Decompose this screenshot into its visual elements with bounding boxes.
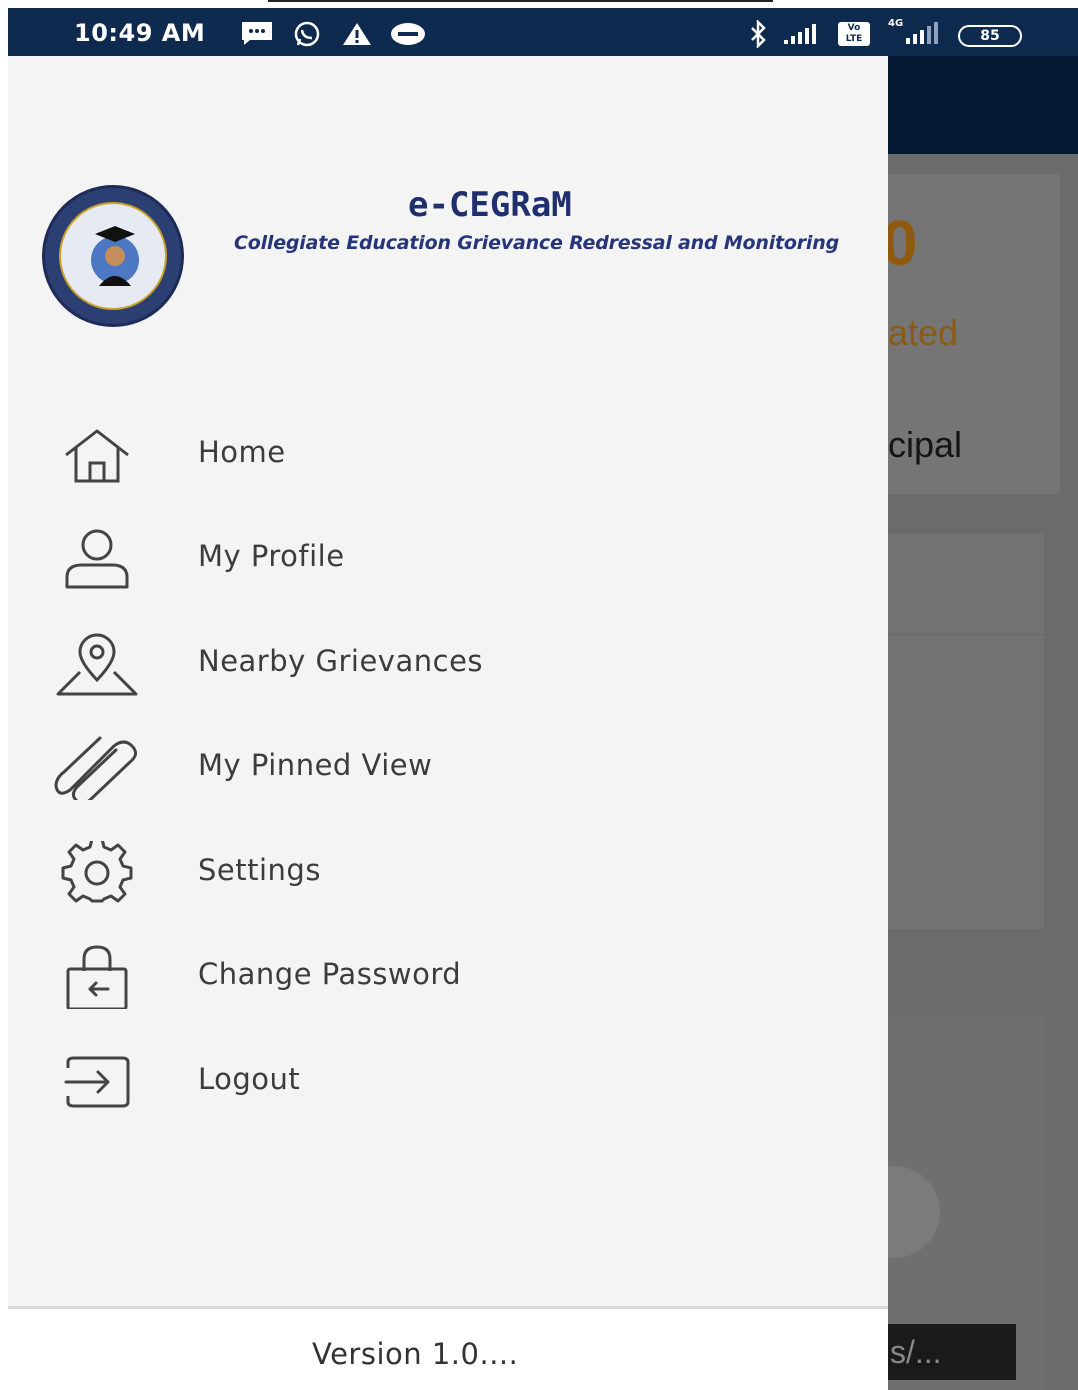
menu-item-change-password[interactable]: Change Password [8, 927, 888, 1027]
background-header [888, 56, 1078, 154]
menu-item-home[interactable]: Home [8, 405, 888, 505]
user-icon [65, 529, 129, 589]
lock-icon [66, 945, 128, 1009]
graduate-icon [91, 226, 139, 286]
status-bar: 10:49 AM Vo LTE 4G 85 [8, 8, 1078, 56]
background-footer-text: s/... [888, 1324, 1016, 1380]
gear-icon [61, 841, 133, 903]
top-bar-mark [268, 0, 773, 2]
drawer-footer: Version 1.0.... [8, 1309, 888, 1390]
map-pin-icon [56, 633, 138, 696]
home-icon [65, 429, 129, 483]
menu-label-my-pinned-view: My Pinned View [198, 748, 433, 782]
background-divider [888, 634, 1044, 635]
background-count: 0 [888, 207, 918, 279]
app-title: e-CEGRaM [408, 185, 572, 225]
menu-label-change-password: Change Password [198, 957, 462, 991]
signal-4g-icon [906, 22, 938, 44]
status-time: 10:49 AM [74, 19, 206, 47]
menu-item-my-pinned-view[interactable]: My Pinned View [8, 718, 888, 818]
app-notification-icon [391, 23, 425, 45]
logout-icon [64, 1056, 130, 1108]
background-role-text: cipal [888, 424, 963, 465]
top-strip [0, 0, 1078, 8]
menu-item-my-profile[interactable]: My Profile [8, 509, 888, 609]
menu-label-logout: Logout [198, 1062, 301, 1096]
menu-label-my-profile: My Profile [198, 539, 345, 573]
menu-label-home: Home [198, 435, 286, 469]
bluetooth-icon [751, 20, 766, 48]
signal-icon [784, 24, 816, 44]
volte-icon: Vo LTE [838, 22, 870, 46]
menu-item-logout[interactable]: Logout [8, 1032, 888, 1132]
menu-item-settings[interactable]: Settings [8, 823, 888, 923]
menu-label-settings: Settings [198, 853, 321, 887]
background-status-text: ated [888, 312, 959, 353]
app-subtitle: Collegiate Education Grievance Redressal… [234, 232, 839, 254]
college-education-seal-logo [42, 185, 184, 327]
message-icon [242, 22, 272, 45]
background-app: 0 ated cipal s/... [888, 56, 1078, 1390]
version-text: Version 1.0.... [312, 1337, 519, 1371]
whatsapp-icon [294, 21, 320, 47]
warning-icon [343, 23, 371, 45]
battery-indicator: 85 [958, 25, 1022, 47]
navigation-drawer: e-CEGRaM Collegiate Education Grievance … [8, 56, 888, 1390]
background-list-card [888, 534, 1044, 929]
menu-item-nearby-grievances[interactable]: Nearby Grievances [8, 614, 888, 714]
menu-label-nearby-grievances: Nearby Grievances [198, 644, 484, 678]
paperclip-icon [54, 736, 137, 800]
